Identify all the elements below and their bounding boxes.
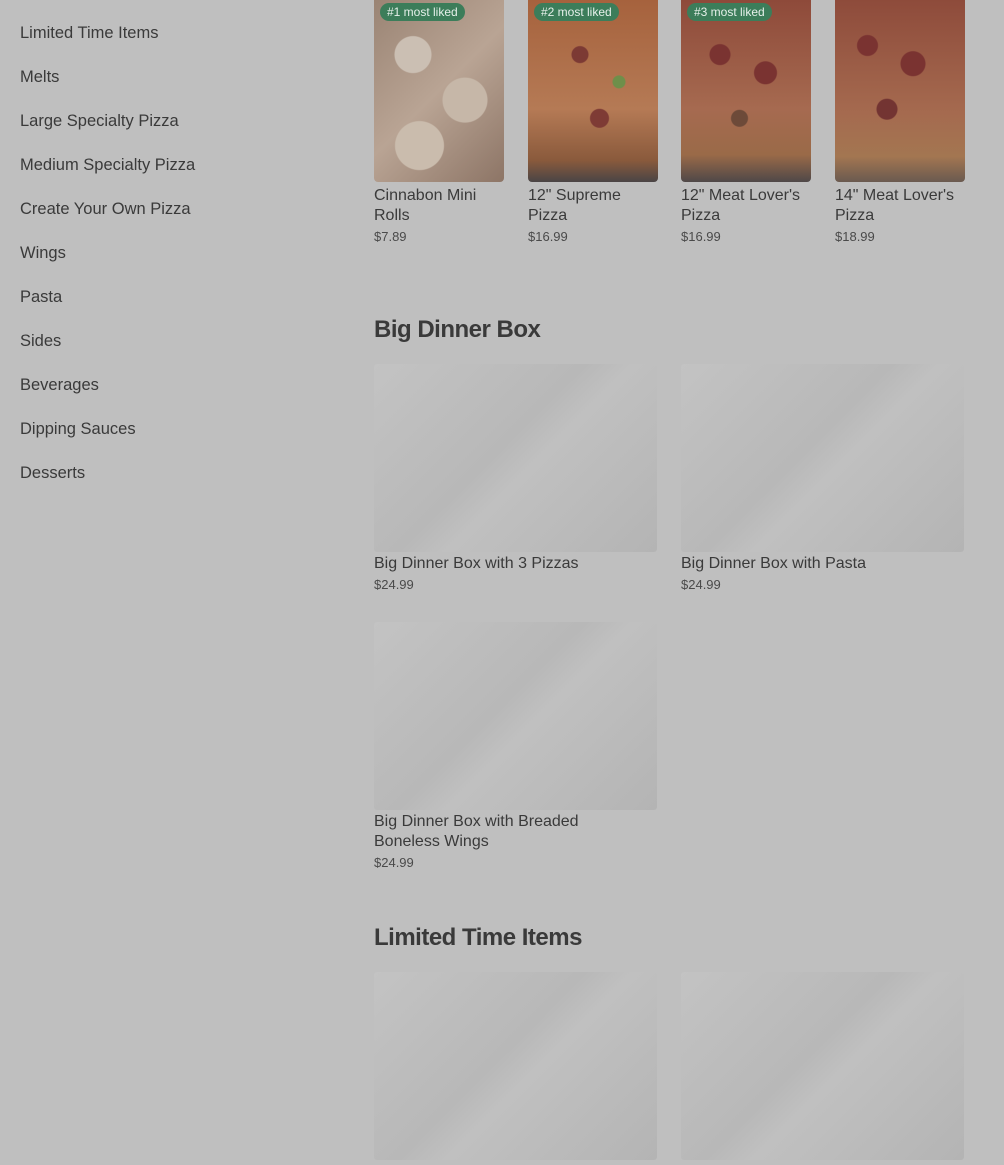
sidebar-item-dipping-sauces[interactable]: Dipping Sauces	[20, 418, 320, 462]
sidebar-item-desserts[interactable]: Desserts	[20, 462, 320, 506]
most-liked-badge: #3 most liked	[687, 3, 772, 21]
product-name[interactable]: 14" Meat Lover's Pizza	[835, 186, 965, 226]
product-price: $16.99	[681, 229, 721, 244]
most-liked-grid: #1 most liked Cinnabon Mini Rolls $7.89 …	[374, 0, 974, 250]
product-image[interactable]: #3 most liked	[681, 0, 811, 182]
product-card[interactable]: 14" Meat Lover's Pizza $18.99	[835, 0, 965, 244]
product-price: $7.89	[374, 229, 407, 244]
sidebar-item-beverages[interactable]: Beverages	[20, 374, 320, 418]
product-image-placeholder[interactable]	[374, 622, 657, 810]
product-name[interactable]: 12" Meat Lover's Pizza	[681, 186, 811, 226]
product-image[interactable]: #1 most liked	[374, 0, 504, 182]
product-card[interactable]: #1 most liked Cinnabon Mini Rolls $7.89	[374, 0, 504, 244]
sidebar-item-medium-specialty-pizza[interactable]: Medium Specialty Pizza	[20, 154, 320, 198]
product-card[interactable]: Big Dinner Box with 3 Pizzas $24.99	[374, 364, 657, 592]
product-price: $18.99	[835, 229, 875, 244]
product-price: $24.99	[681, 577, 721, 592]
product-card[interactable]	[374, 972, 657, 1160]
product-card[interactable]: #3 most liked 12" Meat Lover's Pizza $16…	[681, 0, 811, 244]
product-image[interactable]: #2 most liked	[528, 0, 658, 182]
product-name[interactable]: Cinnabon Mini Rolls	[374, 186, 504, 226]
product-name[interactable]: Big Dinner Box with Pasta	[681, 554, 964, 574]
sidebar-item-sides[interactable]: Sides	[20, 330, 320, 374]
section-title-big-dinner-box: Big Dinner Box	[374, 316, 541, 343]
product-card[interactable]: Big Dinner Box with Breaded Boneless Win…	[374, 622, 657, 870]
product-name[interactable]: Big Dinner Box with Breaded Boneless Win…	[374, 812, 634, 852]
product-card[interactable]: Big Dinner Box with Pasta $24.99	[681, 364, 964, 592]
menu-content: #1 most liked Cinnabon Mini Rolls $7.89 …	[374, 0, 974, 1160]
product-card[interactable]	[681, 972, 964, 1160]
product-name[interactable]: Big Dinner Box with 3 Pizzas	[374, 554, 657, 574]
product-name[interactable]: 12" Supreme Pizza	[528, 186, 658, 226]
most-liked-badge: #1 most liked	[380, 3, 465, 21]
category-sidebar: Limited Time Items Melts Large Specialty…	[20, 22, 320, 506]
sidebar-item-pasta[interactable]: Pasta	[20, 286, 320, 330]
product-price: $16.99	[528, 229, 568, 244]
product-image-placeholder[interactable]	[681, 364, 964, 552]
sidebar-item-large-specialty-pizza[interactable]: Large Specialty Pizza	[20, 110, 320, 154]
product-price: $24.99	[374, 577, 414, 592]
product-image-placeholder[interactable]	[681, 972, 964, 1160]
sidebar-item-limited-time-items[interactable]: Limited Time Items	[20, 22, 320, 66]
sidebar-item-wings[interactable]: Wings	[20, 242, 320, 286]
product-image-placeholder[interactable]	[374, 972, 657, 1160]
product-card[interactable]: #2 most liked 12" Supreme Pizza $16.99	[528, 0, 658, 244]
product-price: $24.99	[374, 855, 414, 870]
sidebar-item-create-your-own-pizza[interactable]: Create Your Own Pizza	[20, 198, 320, 242]
product-image-placeholder[interactable]	[374, 364, 657, 552]
product-image[interactable]	[835, 0, 965, 182]
most-liked-badge: #2 most liked	[534, 3, 619, 21]
sidebar-item-melts[interactable]: Melts	[20, 66, 320, 110]
section-title-limited-time-items: Limited Time Items	[374, 924, 582, 951]
